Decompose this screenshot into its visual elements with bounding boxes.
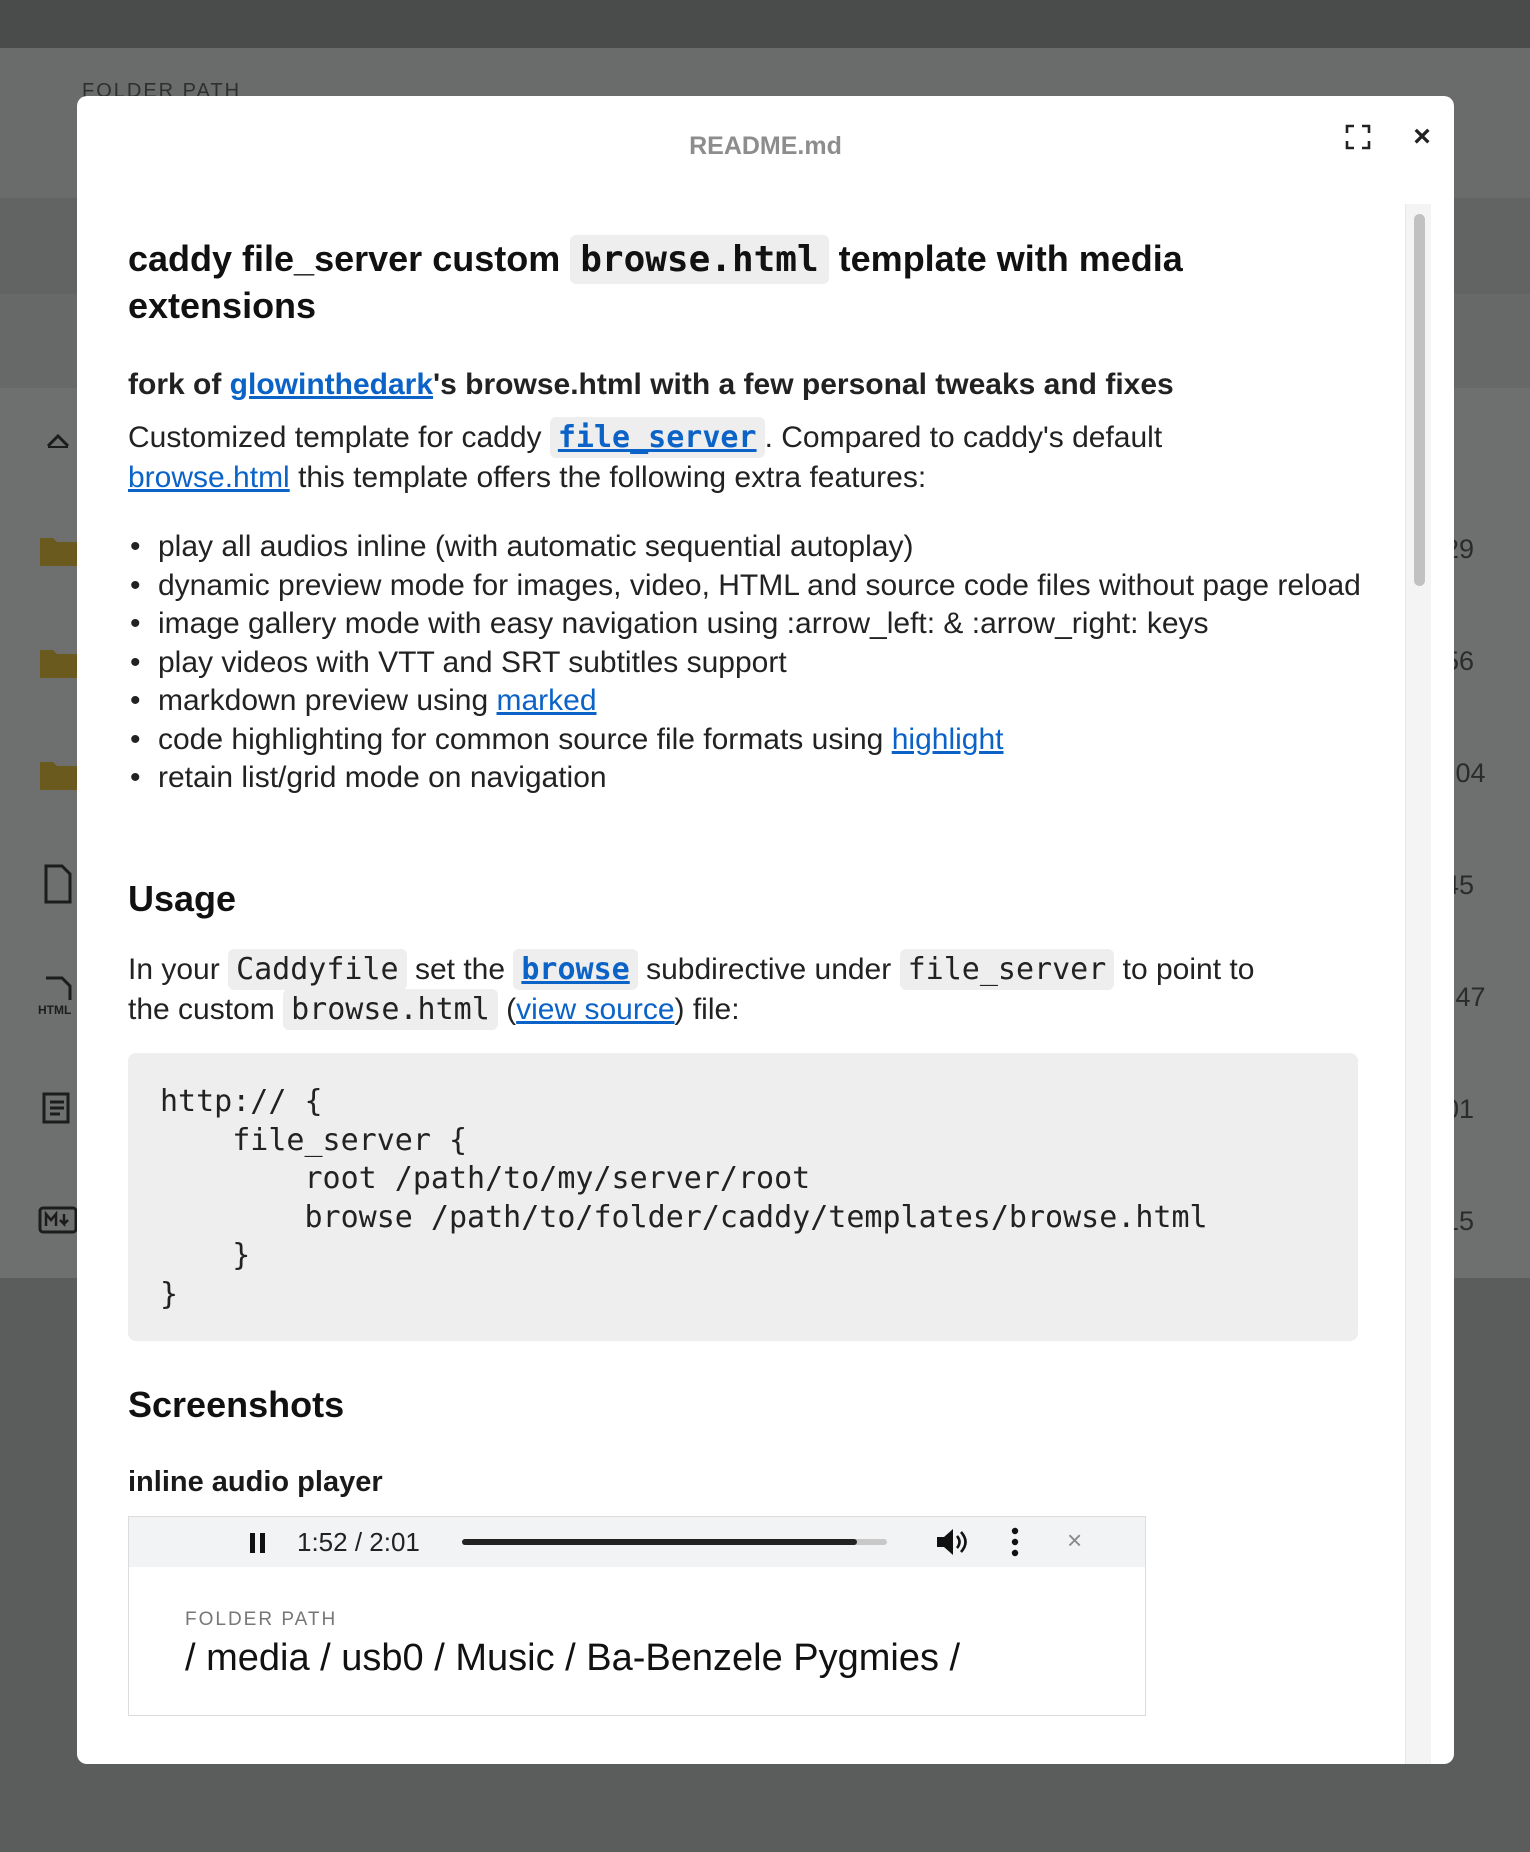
audio-progress-fill <box>462 1539 858 1545</box>
readme-preview-modal: README.md × caddy file_server custom bro… <box>77 96 1454 1764</box>
scrollbar-track[interactable] <box>1405 204 1431 1764</box>
browse-code-link[interactable]: browse <box>513 949 638 990</box>
usage-text: subdirective under <box>646 953 892 986</box>
file-server-code-link[interactable]: file_server <box>549 417 765 458</box>
browse-link[interactable]: browse <box>521 952 629 987</box>
html-file-icon: HTML <box>38 976 72 1016</box>
usage-text: ) file: <box>674 993 740 1026</box>
usage-text: set the <box>414 953 506 986</box>
list-item-text: image gallery mode with easy navigation … <box>158 607 1209 640</box>
list-item: play all audios inline (with automatic s… <box>128 528 1368 567</box>
title-text: caddy file_server custom <box>128 238 561 279</box>
list-item-text: play all audios inline (with automatic s… <box>158 530 914 563</box>
audio-progress-track <box>462 1539 887 1545</box>
list-item-text: markdown preview using <box>158 684 489 717</box>
inline-audio-player-heading: inline audio player <box>128 1466 383 1498</box>
folder-icon <box>40 650 78 678</box>
usage-heading: Usage <box>128 878 237 919</box>
title-code: browse.html <box>570 235 829 284</box>
intro-paragraph: Customized template for caddy file_serve… <box>128 417 1358 498</box>
usage-text: the custom <box>128 993 275 1026</box>
subtitle-suffix: 's browse.html with a few personal tweak… <box>433 368 1174 401</box>
file-server-code: file_server <box>899 949 1115 990</box>
background-top-bar <box>0 0 1530 48</box>
feature-list: play all audios inline (with automatic s… <box>128 528 1368 798</box>
audio-player-screenshot: 1:52 / 2:01 × FOLDER PATH / media / usb0… <box>128 1516 1146 1716</box>
list-item: markdown preview using marked <box>128 682 1368 721</box>
file-icon <box>44 864 72 904</box>
folder-icon <box>40 538 78 566</box>
markdown-file-icon <box>38 1206 78 1234</box>
readme-subtitle: fork of glowinthedark's browse.html with… <box>128 368 1358 402</box>
usage-text: ( <box>506 993 517 1026</box>
list-item-text: code highlighting for common source file… <box>158 722 884 756</box>
folder-icon <box>40 762 78 790</box>
scrollbar-thumb[interactable] <box>1414 214 1425 586</box>
browse-html-code: browse.html <box>283 989 498 1030</box>
screenshots-heading: Screenshots <box>128 1384 345 1425</box>
script-file-icon <box>42 1092 70 1124</box>
usage-paragraph: In your Caddyfile set the browse subdire… <box>128 949 1368 1030</box>
close-button[interactable]: × <box>1407 122 1437 152</box>
modal-title: README.md <box>689 132 842 160</box>
list-item-text: retain list/grid mode on navigation <box>158 761 607 794</box>
close-icon: × <box>1067 1525 1083 1555</box>
readme-title: caddy file_server custom browse.html tem… <box>128 235 1348 329</box>
list-item: retain list/grid mode on navigation <box>128 759 1368 798</box>
highlight-link[interactable]: highlight <box>892 723 1004 756</box>
list-item: image gallery mode with easy navigation … <box>128 605 1368 644</box>
list-item: code highlighting for common source file… <box>128 721 1368 760</box>
sort-caret-icon[interactable] <box>46 432 70 448</box>
browse-html-link[interactable]: browse.html <box>128 461 290 494</box>
usage-text: In your <box>128 953 220 986</box>
list-item-text: dynamic preview mode for images, video, … <box>158 568 1361 602</box>
pause-icon <box>250 1533 265 1553</box>
caddyfile-code-block: http:// { file_server { root /path/to/my… <box>128 1053 1358 1341</box>
caddyfile-code: Caddyfile <box>228 949 407 990</box>
file-server-link[interactable]: file_server <box>558 420 757 455</box>
intro-text: this template offers the following extra… <box>298 461 927 494</box>
intro-text: Customized template for caddy <box>128 421 542 454</box>
usage-text: to point to <box>1122 953 1255 986</box>
list-item: dynamic preview mode for images, video, … <box>128 567 1368 606</box>
subtitle-prefix: fork of <box>128 368 222 401</box>
more-options-icon <box>1011 1527 1019 1557</box>
volume-icon <box>937 1529 967 1555</box>
audio-time: 1:52 / 2:01 <box>297 1527 420 1557</box>
svg-text:HTML: HTML <box>38 1003 71 1016</box>
screenshot-folder-label: FOLDER PATH <box>185 1609 338 1630</box>
intro-text: . Compared to caddy's default <box>764 421 1163 454</box>
marked-link[interactable]: marked <box>497 684 597 717</box>
list-item-text: play videos with VTT and SRT subtitles s… <box>158 645 787 679</box>
screenshot-folder-path: / media / usb0 / Music / Ba-Benzele Pygm… <box>185 1637 961 1679</box>
list-item: play videos with VTT and SRT subtitles s… <box>128 644 1368 683</box>
view-source-link[interactable]: view source <box>516 993 674 1026</box>
glowinthedark-link[interactable]: glowinthedark <box>230 368 433 401</box>
fullscreen-icon[interactable] <box>1345 124 1371 150</box>
